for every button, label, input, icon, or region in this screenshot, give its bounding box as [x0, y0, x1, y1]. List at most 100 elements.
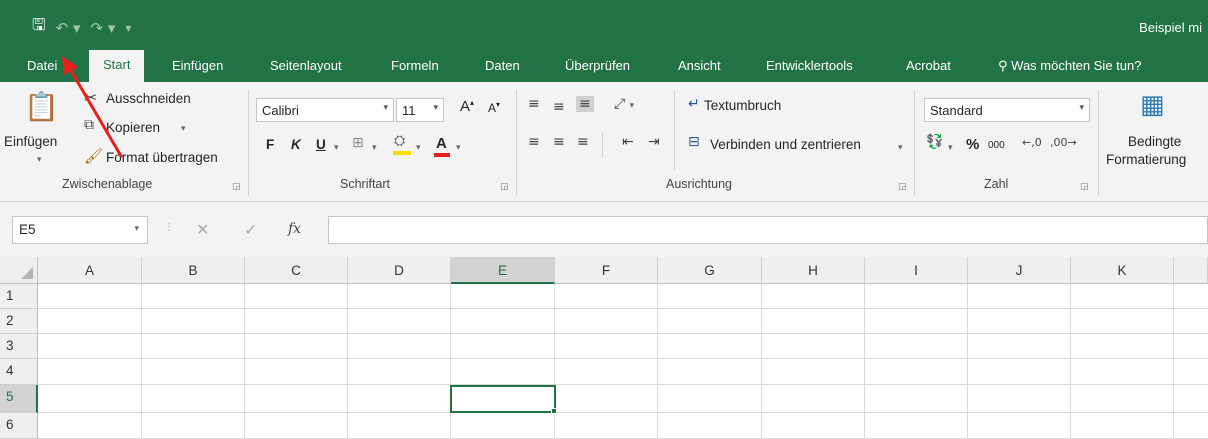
font-color-dropdown-icon[interactable]: ▾ — [456, 142, 461, 153]
copy-dropdown-icon[interactable]: ▾ — [181, 123, 186, 134]
borders-dropdown-icon[interactable]: ▾ — [372, 142, 377, 153]
number-format-select[interactable]: Standard ▾ — [924, 98, 1090, 122]
enter-icon[interactable]: ✓ — [244, 220, 257, 239]
paste-button[interactable]: Einfügen — [4, 134, 57, 149]
clipboard-group-label: Zwischenablage — [62, 177, 153, 191]
tab-data[interactable]: Daten — [485, 58, 520, 73]
name-box[interactable]: E5 ▾ — [12, 216, 148, 244]
align-middle-icon[interactable]: ≡ — [553, 99, 565, 115]
align-top-icon[interactable]: ≡ — [528, 96, 540, 112]
number-launcher-icon[interactable]: ◲ — [1080, 181, 1089, 192]
row-gridline — [38, 412, 1208, 413]
row-header-4[interactable]: 4 — [0, 359, 38, 385]
customize-icon[interactable]: ▾ — [125, 21, 131, 35]
align-center-icon[interactable]: ≡ — [553, 134, 565, 150]
column-header-j[interactable]: J — [968, 257, 1071, 284]
group-divider — [914, 90, 915, 196]
column-header-e[interactable]: E — [451, 257, 555, 284]
row-header-1[interactable]: 1 — [0, 284, 38, 309]
merge-center-icon: ⊟ — [688, 134, 700, 150]
column-header-k[interactable]: K — [1071, 257, 1174, 284]
font-color-button[interactable]: A — [436, 135, 447, 152]
decrease-decimal-icon[interactable]: ,00→ — [1050, 136, 1077, 149]
merge-dropdown-icon[interactable]: ▾ — [898, 142, 903, 153]
tab-developer[interactable]: Entwicklertools — [766, 58, 853, 73]
underline-dropdown-icon[interactable]: ▾ — [334, 142, 339, 153]
tab-review[interactable]: Überprüfen — [565, 58, 630, 73]
column-header-b[interactable]: B — [142, 257, 245, 284]
font-family-select[interactable]: Calibri ▾ — [256, 98, 394, 122]
font-size-select[interactable]: 11 ▾ — [396, 98, 444, 122]
decrease-indent-icon[interactable]: ⇤ — [622, 134, 634, 150]
orientation-icon[interactable]: ⤢ ▾ — [614, 96, 634, 112]
font-color-swatch — [434, 153, 450, 157]
fill-handle[interactable] — [551, 408, 557, 414]
tab-page-layout[interactable]: Seitenlayout — [270, 58, 342, 73]
tab-file[interactable]: Datei — [27, 58, 57, 73]
insert-function-icon[interactable]: fx — [288, 221, 301, 237]
save-icon[interactable]: 🖫 — [32, 14, 46, 41]
wrap-text-button[interactable]: Textumbruch — [704, 98, 781, 113]
fill-dropdown-icon[interactable]: ▾ — [416, 142, 421, 153]
alignment-launcher-icon[interactable]: ◲ — [898, 181, 907, 192]
column-header-partial[interactable] — [1174, 257, 1208, 284]
conditional-formatting-line2[interactable]: Formatierung — [1106, 152, 1186, 167]
borders-icon[interactable]: ⊞ — [352, 135, 364, 151]
currency-format-icon[interactable]: 💱 — [926, 134, 943, 150]
tell-me-box[interactable]: ⚲ Was möchten Sie tun? — [998, 58, 1141, 74]
font-size-value: 11 — [402, 103, 416, 118]
bold-button[interactable]: F — [266, 137, 274, 152]
conditional-formatting-line1[interactable]: Bedingte — [1128, 134, 1181, 149]
font-family-value: Calibri — [262, 103, 299, 118]
column-header-h[interactable]: H — [762, 257, 865, 284]
align-left-icon[interactable]: ≡ — [528, 134, 540, 150]
thousands-button[interactable]: 000 — [988, 140, 1005, 151]
formula-input[interactable] — [328, 216, 1208, 244]
ribbon-tabs: Datei Start Einfügen Seitenlayout Formel… — [0, 46, 1208, 82]
shrink-font-button[interactable]: A▾ — [488, 100, 500, 115]
chevron-down-icon: ▾ — [433, 102, 438, 112]
font-launcher-icon[interactable]: ◲ — [500, 181, 509, 192]
copy-button[interactable]: Kopieren — [106, 120, 160, 135]
undo-icon[interactable]: ↶ ▾ — [56, 19, 81, 37]
tab-view[interactable]: Ansicht — [678, 58, 721, 73]
tab-start[interactable]: Start — [89, 50, 145, 82]
column-header-d[interactable]: D — [348, 257, 451, 284]
paste-icon[interactable]: 📋 — [24, 90, 59, 123]
row-header-6[interactable]: 6 — [0, 413, 38, 439]
align-right-icon[interactable]: ≡ — [577, 134, 589, 150]
active-cell[interactable] — [450, 385, 556, 413]
select-all-button[interactable] — [0, 257, 38, 284]
percent-button[interactable]: % — [966, 136, 979, 153]
column-header-i[interactable]: I — [865, 257, 968, 284]
underline-button[interactable]: U — [316, 137, 326, 152]
tell-me-label: Was möchten Sie tun? — [1011, 58, 1142, 73]
paste-dropdown-icon[interactable]: ▾ — [37, 154, 42, 165]
row-header-5[interactable]: 5 — [0, 385, 38, 413]
column-header-g[interactable]: G — [658, 257, 762, 284]
column-header-f[interactable]: F — [555, 257, 658, 284]
column-header-a[interactable]: A — [38, 257, 142, 284]
format-painter-button[interactable]: Format übertragen — [106, 150, 218, 165]
clipboard-launcher-icon[interactable]: ◲ — [232, 181, 241, 192]
formula-buttons: ⋮ ✕ ✓ fx — [160, 216, 328, 244]
increase-indent-icon[interactable]: ⇥ — [648, 134, 660, 150]
grow-font-button[interactable]: A▴ — [460, 98, 474, 115]
redo-icon[interactable]: ↷ ▾ — [91, 19, 116, 37]
column-header-c[interactable]: C — [245, 257, 348, 284]
tab-formulas[interactable]: Formeln — [391, 58, 439, 73]
row-header-2[interactable]: 2 — [0, 309, 38, 334]
merge-center-button[interactable]: Verbinden und zentrieren — [710, 137, 861, 152]
align-bottom-icon[interactable]: ≡ — [576, 96, 594, 112]
cancel-icon[interactable]: ✕ — [196, 220, 209, 239]
tab-acrobat[interactable]: Acrobat — [906, 58, 951, 73]
cut-button[interactable]: Ausschneiden — [106, 91, 191, 106]
lightbulb-icon: ⚲ — [998, 59, 1008, 74]
fill-color-icon[interactable]: ⛭ — [394, 133, 405, 149]
increase-decimal-icon[interactable]: ←,0 — [1022, 136, 1042, 149]
currency-dropdown-icon[interactable]: ▾ — [948, 142, 953, 153]
row-header-3[interactable]: 3 — [0, 334, 38, 359]
italic-button[interactable]: K — [291, 137, 301, 152]
worksheet-grid: ABCDEFGHIJK 123456 — [0, 257, 1208, 439]
tab-insert[interactable]: Einfügen — [172, 58, 223, 73]
